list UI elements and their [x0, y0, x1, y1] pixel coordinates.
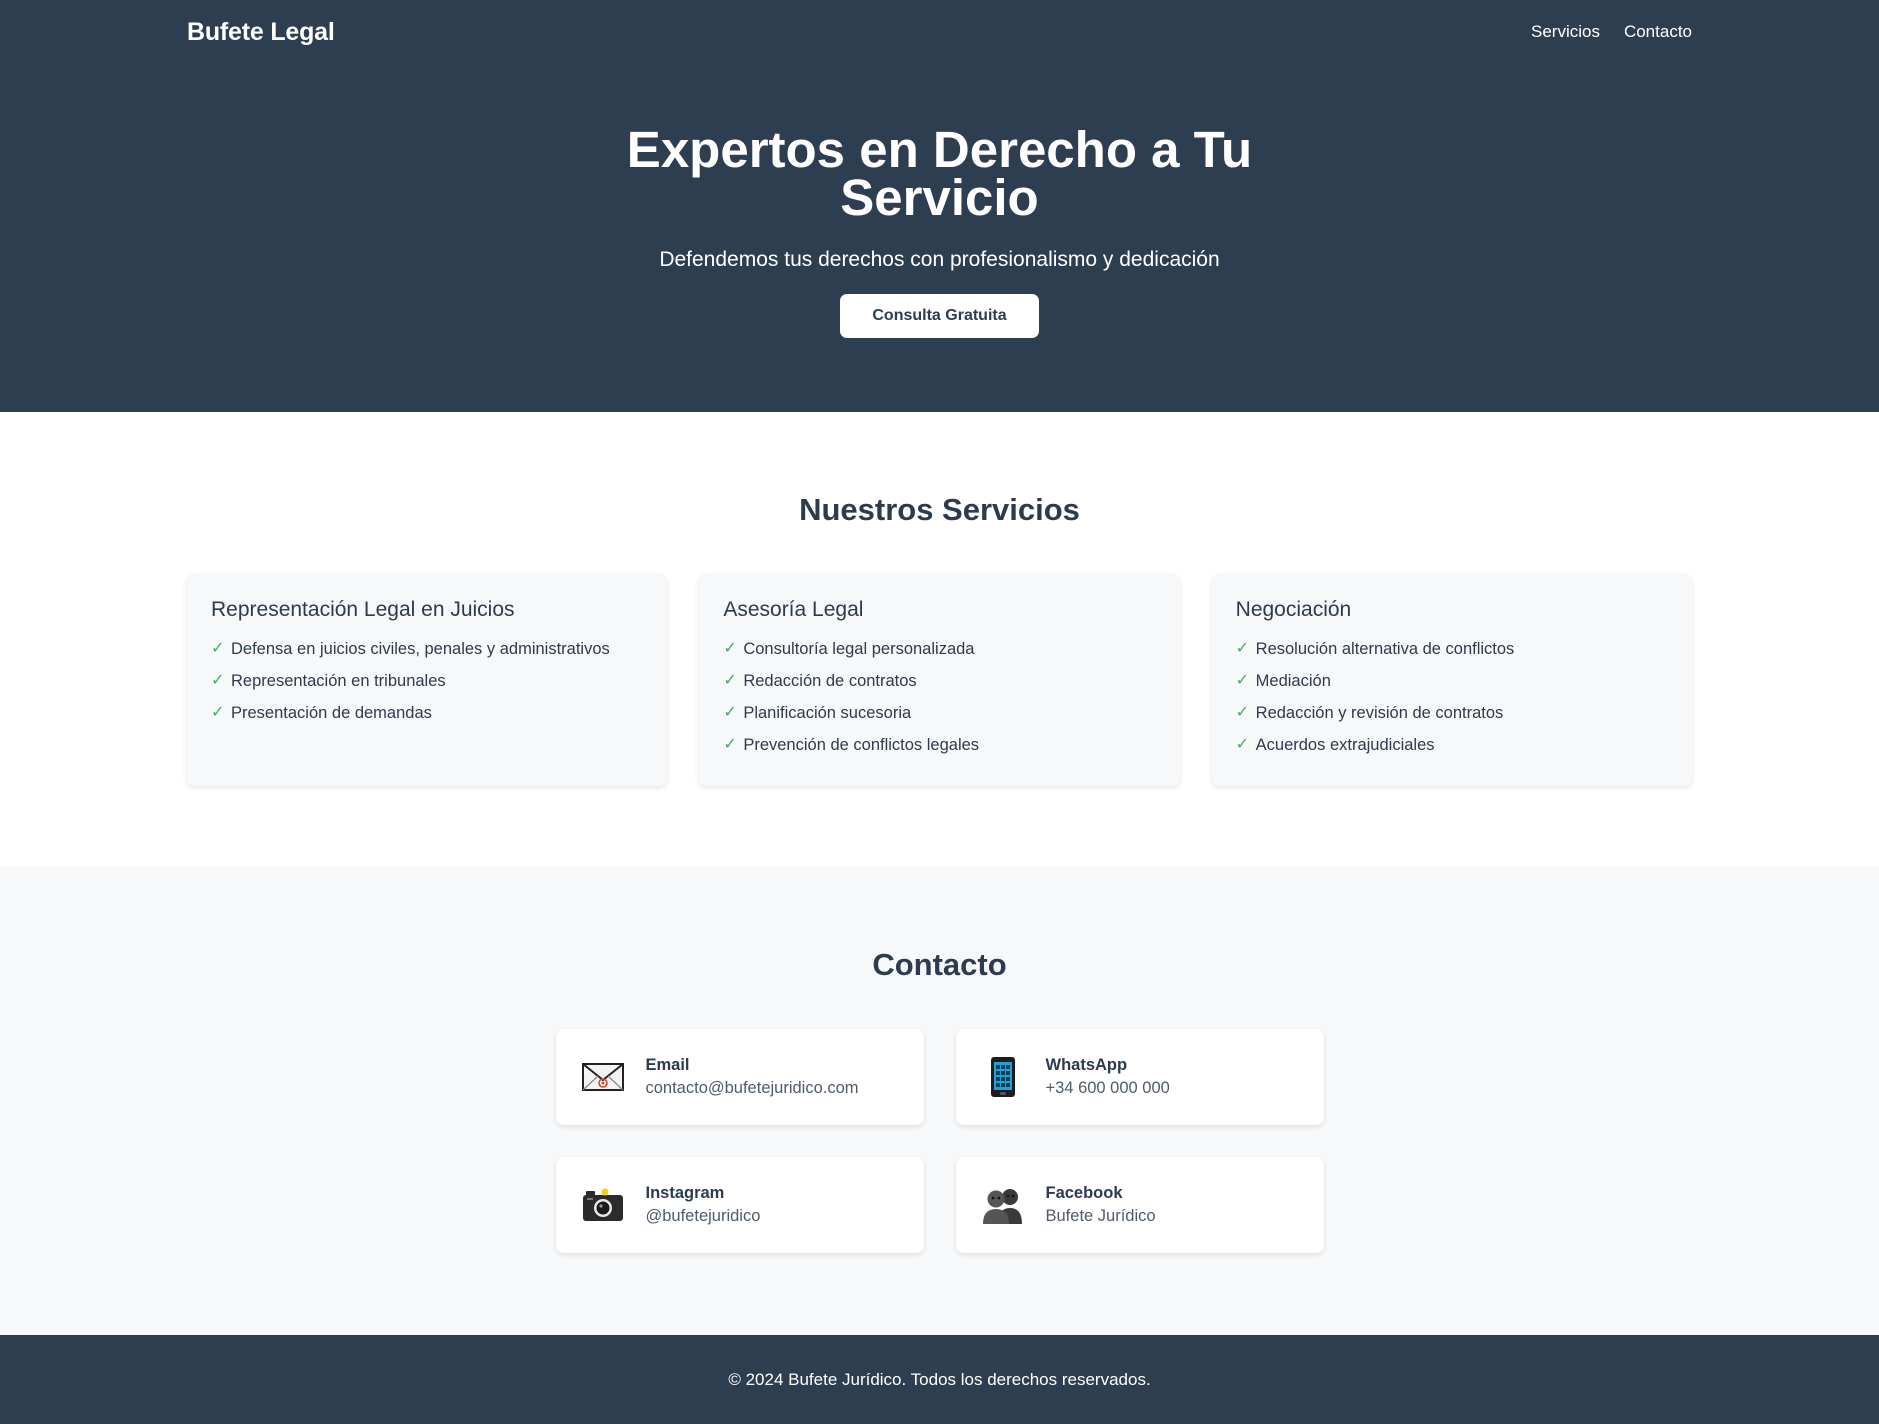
free-consultation-button[interactable]: Consulta Gratuita: [840, 294, 1039, 338]
mobile-phone-icon: [982, 1056, 1024, 1098]
list-item: ✓ Mediación: [1235, 672, 1331, 690]
contact-card-email[interactable]: Email contacto@bufetejuridico.com: [555, 1029, 924, 1125]
check-icon: ✓: [211, 704, 225, 721]
hero-section: Bufete Legal Servicios Contacto Expertos…: [0, 0, 1879, 412]
check-icon: ✓: [723, 704, 737, 721]
contact-value: @bufetejuridico: [645, 1207, 761, 1225]
contact-text: Facebook Bufete Jurídico: [1046, 1182, 1156, 1228]
check-icon: ✓: [1235, 704, 1250, 721]
list-item: ✓ Redacción de contratos: [723, 672, 917, 690]
top-navbar: Bufete Legal Servicios Contacto: [187, 0, 1692, 64]
contact-value: contacto@bufetejuridico.com: [645, 1079, 859, 1097]
main-nav: Servicios Contacto: [1531, 22, 1692, 42]
contact-label: Email: [645, 1056, 690, 1074]
brand-logo[interactable]: Bufete Legal: [187, 18, 335, 47]
service-card-negotiation: Negociación ✓ Resolución alternativa de c…: [1211, 574, 1692, 786]
list-item: ✓ Prevención de conflictos legales: [723, 736, 980, 754]
service-card-title: Asesoría Legal: [723, 598, 864, 621]
list-item: ✓ Planificación sucesoria: [723, 704, 912, 722]
contact-grid: Email contacto@bufetejuridico.com WhatsA…: [555, 1029, 1324, 1253]
service-card-litigation: Representación Legal en Juicios ✓ Defensa…: [187, 574, 668, 786]
check-icon: ✓: [1235, 672, 1250, 689]
list-item: ✓ Acuerdos extrajudiciales: [1235, 736, 1435, 754]
contact-label: WhatsApp: [1045, 1056, 1128, 1074]
check-icon: ✓: [1235, 640, 1250, 657]
copyright-text: © 2024 Bufete Jurídico. Todos los derech…: [728, 1369, 1151, 1389]
service-card-title: Negociación: [1235, 598, 1352, 621]
hero-subtitle: Defendemos tus derechos con profesionali…: [659, 248, 1220, 271]
contact-text: WhatsApp +34 600 000 000: [1046, 1054, 1170, 1100]
contact-label: Instagram: [645, 1184, 725, 1202]
list-item: ✓ Consultoría legal personalizada: [723, 640, 975, 658]
camera-icon: [582, 1184, 624, 1226]
check-icon: ✓: [723, 640, 737, 657]
contact-text: Instagram @bufetejuridico: [646, 1182, 761, 1228]
check-icon: ✓: [211, 672, 225, 689]
service-card-title: Representación Legal en Juicios: [211, 598, 515, 621]
check-icon: ✓: [211, 640, 225, 657]
check-icon: ✓: [723, 736, 737, 753]
nav-link-servicios[interactable]: Servicios: [1531, 22, 1600, 42]
check-icon: ✓: [1235, 736, 1250, 753]
list-item: ✓ Redacción y revisión de contratos: [1235, 704, 1504, 722]
services-cards: Representación Legal en Juicios ✓ Defensa…: [187, 574, 1692, 786]
contact-card-facebook[interactable]: Facebook Bufete Jurídico: [955, 1157, 1324, 1253]
footer: © 2024 Bufete Jurídico. Todos los derech…: [0, 1335, 1879, 1424]
services-section: Nuestros Servicios Representación Legal …: [0, 412, 1879, 867]
contact-title: Contacto: [872, 947, 1007, 982]
contact-card-whatsapp[interactable]: WhatsApp +34 600 000 000: [955, 1029, 1324, 1125]
contact-value: +34 600 000 000: [1045, 1079, 1170, 1097]
list-item: ✓ Presentación de demandas: [211, 704, 432, 722]
hero-title: Expertos en Derecho a Tu Servicio: [626, 121, 1253, 226]
contact-text: Email contacto@bufetejuridico.com: [646, 1054, 859, 1100]
services-title: Nuestros Servicios: [799, 492, 1080, 527]
nav-link-contacto[interactable]: Contacto: [1624, 22, 1692, 42]
contact-section: Contacto Email contacto@bufetejuridico.c…: [0, 867, 1879, 1335]
service-list: ✓ Consultoría legal personalizada ✓ Redacc…: [723, 638, 1155, 766]
list-item: ✓ Defensa en juicios civiles, penales y a…: [211, 640, 610, 658]
contact-label: Facebook: [1045, 1184, 1123, 1202]
people-icon: [982, 1184, 1024, 1226]
list-item: ✓ Representación en tribunales: [211, 672, 446, 690]
service-list: ✓ Defensa en juicios civiles, penales y a…: [211, 638, 643, 734]
service-card-advisory: Asesoría Legal ✓ Consultoría legal person…: [699, 574, 1180, 786]
envelope-icon: [581, 1056, 624, 1098]
check-icon: ✓: [723, 672, 737, 689]
service-list: ✓ Resolución alternativa de conflictos ✓ M…: [1236, 638, 1668, 766]
list-item: ✓ Resolución alternativa de conflictos: [1235, 640, 1515, 658]
contact-value: Bufete Jurídico: [1045, 1207, 1156, 1225]
contact-card-instagram[interactable]: Instagram @bufetejuridico: [555, 1157, 924, 1253]
hero-content: Expertos en Derecho a Tu Servicio Defend…: [187, 64, 1692, 338]
